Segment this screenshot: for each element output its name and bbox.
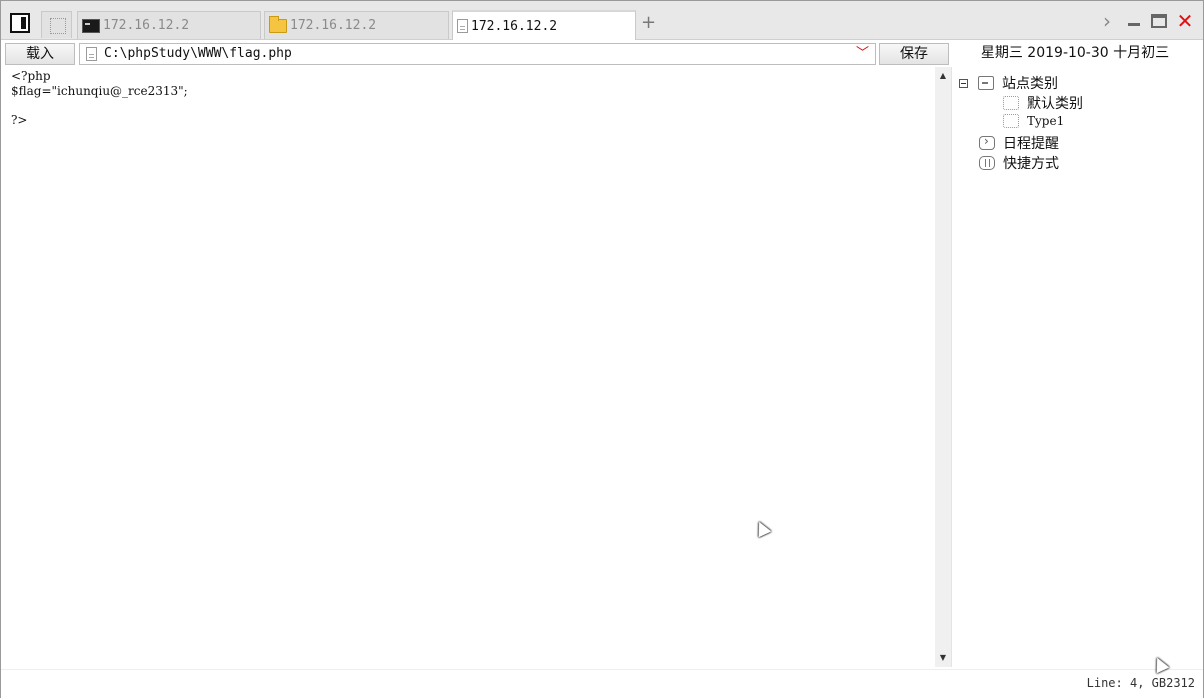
file-icon [457, 19, 468, 33]
tab-editor[interactable]: 172.16.12.2 [452, 10, 636, 40]
chevron-right-icon[interactable]: › [1099, 11, 1115, 31]
clock-icon [979, 134, 995, 150]
hand-icon [979, 156, 995, 170]
tree-node-type1[interactable]: Type1 [1003, 114, 1064, 128]
tab-label: 172.16.12.2 [471, 18, 558, 34]
tree-node-label: Type1 [1027, 114, 1065, 128]
category-icon [1003, 114, 1019, 128]
category-icon [1003, 96, 1019, 110]
close-icon[interactable]: ✕ [1175, 11, 1195, 31]
terminal-icon [82, 18, 100, 33]
scroll-down-icon[interactable]: ▼ [935, 651, 951, 665]
tree-node-label: 站点类别 [1002, 76, 1058, 92]
code-editor[interactable]: <?php $flag="ichunqiu@_rce2313"; ?> [5, 67, 935, 667]
status-text: Line: 4, GB2312 [1086, 676, 1195, 690]
scroll-up-icon[interactable]: ▲ [935, 69, 951, 83]
folder-icon [269, 15, 287, 33]
blank-page-icon [50, 18, 66, 34]
tree-node-schedule[interactable]: 日程提醒 [979, 133, 1059, 153]
code-line: $flag="ichunqiu@_rce2313"; [11, 84, 188, 98]
tree-node-label: 日程提醒 [1003, 136, 1059, 152]
maximize-icon[interactable] [1150, 11, 1168, 31]
code-line: ?> [11, 113, 28, 127]
chevron-down-icon[interactable]: ﹀ [856, 45, 869, 63]
tab-file-manager[interactable]: 172.16.12.2 [264, 11, 449, 39]
app-window: 172.16.12.2 172.16.12.2 172.16.12.2 + › … [0, 0, 1204, 698]
tree-node-site-categories[interactable]: 站点类别 [959, 73, 1058, 93]
site-icon [978, 76, 994, 90]
sidebar-toggle-icon[interactable] [10, 13, 30, 33]
date-label: 星期三 2019-10-30 十月初三 [980, 45, 1170, 61]
pinned-tab[interactable] [41, 11, 72, 38]
vertical-scrollbar[interactable]: ▲ ▼ [935, 67, 951, 667]
tab-strip: 172.16.12.2 172.16.12.2 172.16.12.2 + › … [1, 1, 1203, 40]
divider [951, 67, 952, 667]
tree-node-default-category[interactable]: 默认类别 [1003, 93, 1083, 113]
status-bar: Line: 4, GB2312 [1, 669, 1203, 698]
code-line: <?php [11, 69, 51, 83]
save-button[interactable]: 保存 [879, 43, 949, 65]
collapse-icon[interactable] [959, 78, 968, 88]
tab-label: 172.16.12.2 [103, 18, 190, 33]
path-input[interactable] [104, 44, 844, 64]
tree-node-label: 默认类别 [1027, 96, 1083, 112]
tree-node-shortcuts[interactable]: 快捷方式 [979, 153, 1059, 173]
tree-node-label: 快捷方式 [1003, 156, 1059, 172]
add-tab-button[interactable]: + [641, 13, 656, 33]
path-field[interactable]: ﹀ [79, 43, 876, 65]
tab-label: 172.16.12.2 [290, 18, 377, 33]
tab-terminal[interactable]: 172.16.12.2 [77, 11, 261, 39]
minimize-icon[interactable] [1125, 11, 1143, 31]
load-button[interactable]: 载入 [5, 43, 75, 65]
file-icon [86, 47, 97, 61]
